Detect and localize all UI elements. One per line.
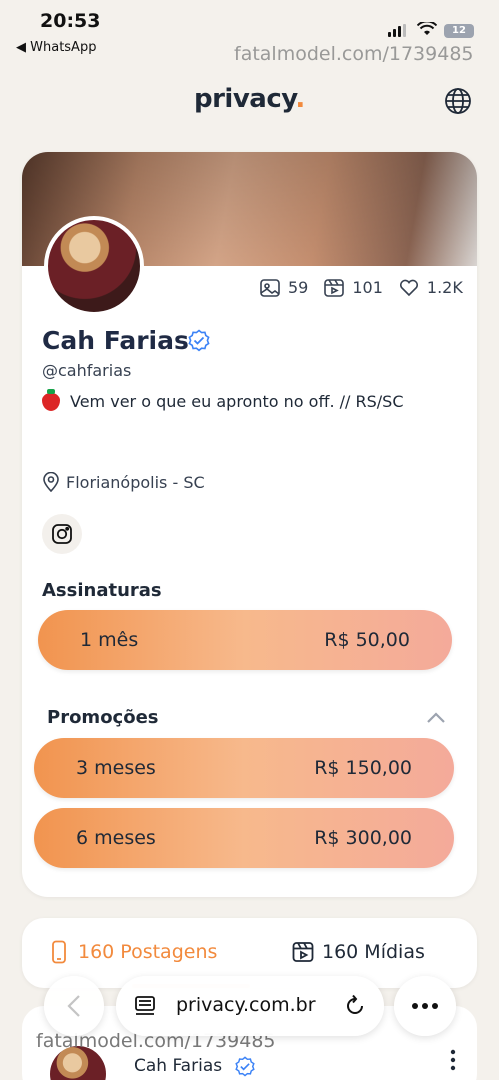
profile-card: 59 101 1.2K Cah Farias @cahfarias Vem ve… [22, 152, 477, 897]
profile-location: Florianópolis - SC [42, 472, 205, 492]
globe-icon[interactable] [444, 87, 472, 115]
address-bar[interactable]: privacy.com.br [116, 976, 384, 1036]
location-pin-icon [43, 472, 59, 492]
plan-3-months-button[interactable]: 3 meses R$ 150,00 [34, 738, 454, 798]
more-vertical-icon[interactable] [450, 1048, 456, 1072]
tab-media[interactable]: 160 Mídias [292, 940, 425, 964]
url-text: privacy.com.br [176, 994, 316, 1016]
photos-stat: 59 [260, 278, 308, 297]
instagram-icon [52, 524, 72, 544]
site-header: privacy. [0, 68, 499, 138]
signal-icon [388, 24, 406, 37]
tab-posts[interactable]: 160 Postagens [48, 940, 217, 964]
chevron-up-icon[interactable] [426, 710, 446, 724]
subscriptions-title: Assinaturas [42, 580, 162, 601]
post-author-name: Cah Farias [134, 1056, 223, 1076]
promotions-title: Promoções [47, 707, 159, 728]
heart-icon [399, 279, 418, 296]
plan-6-months-button[interactable]: 6 meses R$ 300,00 [34, 808, 454, 868]
video-icon [292, 942, 314, 962]
profile-name: Cah Farias [42, 326, 189, 355]
ellipsis-icon [412, 1003, 438, 1009]
phone-icon [52, 940, 66, 964]
reload-icon[interactable] [344, 994, 366, 1018]
wifi-icon [417, 22, 437, 35]
video-icon [324, 278, 345, 297]
likes-stat: 1.2K [399, 278, 463, 297]
browser-back-button[interactable] [44, 976, 104, 1036]
page-format-icon[interactable] [134, 995, 156, 1017]
profile-handle: @cahfarias [42, 361, 132, 380]
verified-icon [188, 329, 210, 352]
battery-icon: 12 [444, 24, 474, 38]
back-to-whatsapp-link[interactable]: ◀ WhatsApp [16, 40, 96, 55]
strawberry-icon [42, 388, 60, 411]
watermark-top: fatalmodel.com/1739485 [234, 43, 474, 65]
image-icon [260, 278, 280, 297]
status-time: 20:53 [40, 10, 101, 32]
watermark-logo: fatalmodel [340, 1040, 450, 1061]
more-options-button[interactable] [394, 976, 456, 1036]
privacy-logo[interactable]: privacy. [194, 84, 305, 114]
plan-1-month-button[interactable]: 1 mês R$ 50,00 [38, 610, 452, 670]
avatar[interactable] [44, 216, 144, 316]
instagram-button[interactable] [42, 514, 82, 554]
profile-stats: 59 101 1.2K [260, 278, 463, 297]
videos-stat: 101 [324, 278, 383, 297]
chevron-left-icon [67, 995, 80, 1017]
profile-bio: Vem ver o que eu apronto no off. // RS/S… [42, 388, 404, 411]
verified-icon [235, 1056, 255, 1077]
